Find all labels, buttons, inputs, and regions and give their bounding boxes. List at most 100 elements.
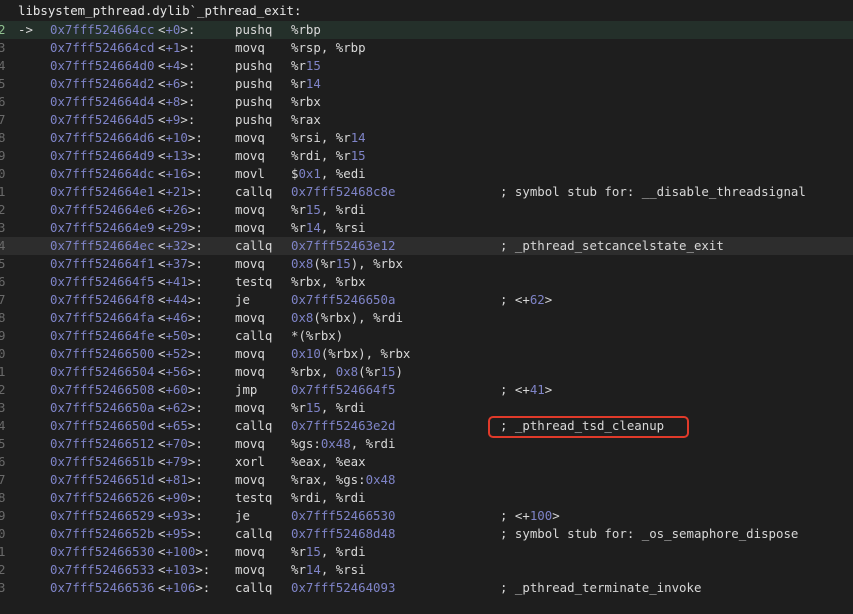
instruction-row[interactable]: 3 0x7fff524664cd <+1>: movq %rsp, %rbp xyxy=(0,39,853,57)
instruction-row[interactable]: 4 0x7fff524664ec <+32>: callq 0x7fff52463e12… xyxy=(0,237,853,255)
instruction-offset: <+95>: xyxy=(158,526,203,541)
instruction-operands: %r15, %rdi xyxy=(291,400,366,415)
instruction-offset: <+44>: xyxy=(158,292,203,307)
instruction-offset: <+65>: xyxy=(158,418,203,433)
instruction-row[interactable]: 0 0x7fff5246652b <+95>: callq 0x7fff52468d48… xyxy=(0,525,853,543)
instruction-operands: 0x7fff52464093 xyxy=(291,580,396,595)
instruction-offset: <+8>: xyxy=(158,94,196,109)
instruction-row[interactable]: 4 0x7fff524664d0 <+4>: pushq %r15 xyxy=(0,57,853,75)
instruction-mnemonic: movq xyxy=(235,544,265,559)
line-number: 9 xyxy=(0,328,6,343)
instruction-row[interactable]: 3 0x7fff5246650a <+62>: movq %r15, %rdi xyxy=(0,399,853,417)
instruction-mnemonic: movq xyxy=(235,472,265,487)
instruction-mnemonic: movl xyxy=(235,166,265,181)
instruction-mnemonic: movq xyxy=(235,148,265,163)
line-number: 0 xyxy=(0,166,6,181)
instruction-row[interactable]: 7 0x7fff524664f8 <+44>: je 0x7fff5246650a ; <… xyxy=(0,291,853,309)
instruction-row[interactable]: 1 0x7fff52466504 <+56>: movq %rbx, 0x8(%r15) xyxy=(0,363,853,381)
instruction-row[interactable]: 2 0x7fff52466508 <+60>: jmp 0x7fff524664f5 ; … xyxy=(0,381,853,399)
instruction-address: 0x7fff52466504 xyxy=(50,364,155,379)
line-number: 3 xyxy=(0,220,6,235)
instruction-offset: <+70>: xyxy=(158,436,203,451)
instruction-row[interactable]: 5 0x7fff524664d2 <+6>: pushq %r14 xyxy=(0,75,853,93)
instruction-row[interactable]: 7 0x7fff5246651d <+81>: movq %rax, %gs:0x48 xyxy=(0,471,853,489)
instruction-address: 0x7fff524664d0 xyxy=(50,58,155,73)
instruction-offset: <+56>: xyxy=(158,364,203,379)
line-number: 4 xyxy=(0,238,6,253)
instruction-offset: <+46>: xyxy=(158,310,203,325)
instruction-row[interactable]: 8 0x7fff524664fa <+46>: movq 0x8(%rbx), %rdi xyxy=(0,309,853,327)
instruction-operands: %rsi, %r14 xyxy=(291,130,366,145)
instruction-address: 0x7fff52466529 xyxy=(50,508,155,523)
line-number: 5 xyxy=(0,436,6,451)
instruction-row[interactable]: 7 0x7fff524664d5 <+9>: pushq %rax xyxy=(0,111,853,129)
instruction-row[interactable]: 3 0x7fff524664e9 <+29>: movq %r14, %rsi xyxy=(0,219,853,237)
instruction-row[interactable]: 5 0x7fff52466512 <+70>: movq %gs:0x48, %rdi xyxy=(0,435,853,453)
instruction-address: 0x7fff5246652b xyxy=(50,526,155,541)
instruction-mnemonic: callq xyxy=(235,418,273,433)
instruction-row[interactable]: 9 0x7fff524664fe <+50>: callq *(%rbx) xyxy=(0,327,853,345)
instruction-offset: <+16>: xyxy=(158,166,203,181)
line-number: 2 xyxy=(0,22,6,37)
instruction-mnemonic: movq xyxy=(235,310,265,325)
instruction-address: 0x7fff52466533 xyxy=(50,562,155,577)
instruction-row[interactable]: 9 0x7fff524664d9 <+13>: movq %rdi, %r15 xyxy=(0,147,853,165)
instruction-offset: <+62>: xyxy=(158,400,203,415)
instruction-row[interactable]: 2 -> 0x7fff524664cc <+0>: pushq %rbp xyxy=(0,21,853,39)
instruction-row[interactable]: 9 0x7fff52466529 <+93>: je 0x7fff52466530 ; <… xyxy=(0,507,853,525)
instruction-row[interactable]: 1 0x7fff52466530 <+100>: movq %r15, %rdi xyxy=(0,543,853,561)
instruction-row[interactable]: 8 0x7fff524664d6 <+10>: movq %rsi, %r14 xyxy=(0,129,853,147)
instruction-row[interactable]: 8 0x7fff52466526 <+90>: testq %rdi, %rdi xyxy=(0,489,853,507)
instruction-row[interactable]: 3 0x7fff52466536 <+106>: callq 0x7fff5246409… xyxy=(0,579,853,597)
instruction-address: 0x7fff524664ec xyxy=(50,238,155,253)
instruction-row[interactable]: 5 0x7fff524664f1 <+37>: movq 0x8(%r15), %rbx xyxy=(0,255,853,273)
line-number: 8 xyxy=(0,130,6,145)
instruction-address: 0x7fff524664fe xyxy=(50,328,155,343)
instruction-row[interactable]: 6 0x7fff524664d4 <+8>: pushq %rbx xyxy=(0,93,853,111)
instruction-operands: %r15, %rdi xyxy=(291,202,366,217)
instruction-address: 0x7fff524664e6 xyxy=(50,202,155,217)
instruction-operands: 0x8(%rbx), %rdi xyxy=(291,310,403,325)
line-number: 9 xyxy=(0,508,6,523)
instruction-comment: ; _pthread_terminate_invoke xyxy=(500,580,702,595)
line-number: 7 xyxy=(0,292,6,307)
line-number: 1 xyxy=(0,364,6,379)
instruction-row[interactable]: 6 0x7fff524664f5 <+41>: testq %rbx, %rbx xyxy=(0,273,853,291)
instruction-offset: <+50>: xyxy=(158,328,203,343)
instruction-mnemonic: movq xyxy=(235,202,265,217)
instruction-offset: <+93>: xyxy=(158,508,203,523)
instruction-row[interactable]: 0 0x7fff524664dc <+16>: movl $0x1, %edi xyxy=(0,165,853,183)
instruction-operands: 0x8(%r15), %rbx xyxy=(291,256,403,271)
instruction-mnemonic: movq xyxy=(235,436,265,451)
instruction-row[interactable]: 1 0x7fff524664e1 <+21>: callq 0x7fff52468c8e… xyxy=(0,183,853,201)
instruction-row[interactable]: 6 0x7fff5246651b <+79>: xorl %eax, %eax xyxy=(0,453,853,471)
instruction-offset: <+13>: xyxy=(158,148,203,163)
instruction-operands: 0x7fff52468d48 xyxy=(291,526,396,541)
line-number: 6 xyxy=(0,274,6,289)
instruction-comment: ; symbol stub for: _os_semaphore_dispose xyxy=(500,526,799,541)
instruction-operands: *(%rbx) xyxy=(291,328,344,343)
instruction-address: 0x7fff52466512 xyxy=(50,436,155,451)
instruction-address: 0x7fff5246651d xyxy=(50,472,155,487)
instruction-operands: %rsp, %rbp xyxy=(291,40,366,55)
instruction-operands: %rax xyxy=(291,112,321,127)
instruction-offset: <+100>: xyxy=(158,544,211,559)
line-number: 5 xyxy=(0,256,6,271)
instruction-mnemonic: testq xyxy=(235,274,273,289)
instruction-address: 0x7fff524664f5 xyxy=(50,274,155,289)
instruction-row[interactable]: 2 0x7fff524664e6 <+26>: movq %r15, %rdi xyxy=(0,201,853,219)
instruction-row[interactable]: 2 0x7fff52466533 <+103>: movq %r14, %rsi xyxy=(0,561,853,579)
instruction-operands: 0x7fff52468c8e xyxy=(291,184,396,199)
instruction-mnemonic: movq xyxy=(235,364,265,379)
instruction-offset: <+26>: xyxy=(158,202,203,217)
instruction-operands: 0x7fff52463e2d xyxy=(291,418,396,433)
instruction-row[interactable]: 4 0x7fff5246650d <+65>: callq 0x7fff52463e2d… xyxy=(0,417,853,435)
line-number: 5 xyxy=(0,76,6,91)
instruction-row[interactable]: 0 0x7fff52466500 <+52>: movq 0x10(%rbx), %rb… xyxy=(0,345,853,363)
instruction-comment: ; symbol stub for: __disable_threadsigna… xyxy=(500,184,806,199)
instruction-offset: <+81>: xyxy=(158,472,203,487)
instruction-offset: <+106>: xyxy=(158,580,211,595)
instruction-comment: ; _pthread_tsd_cleanup xyxy=(500,418,665,433)
line-number: 7 xyxy=(0,472,6,487)
instruction-mnemonic: pushq xyxy=(235,58,273,73)
